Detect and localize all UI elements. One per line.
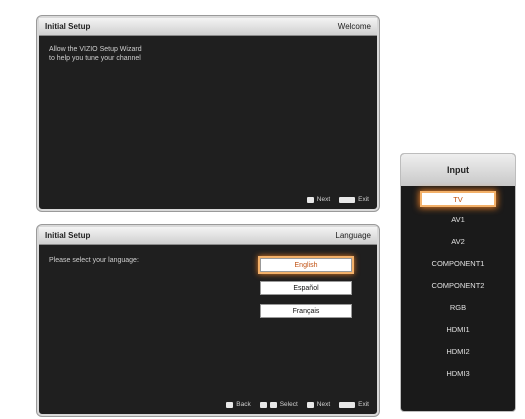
input-item-component2[interactable]: COMPONENT2 — [401, 275, 515, 295]
input-item-av1[interactable]: AV1 — [401, 209, 515, 229]
panel-step: Language — [335, 231, 371, 240]
input-item-av2[interactable]: AV2 — [401, 231, 515, 251]
input-panel: Input TV AV1 AV2 COMPONENT1 COMPONENT2 R… — [400, 153, 516, 412]
welcome-panel: Initial Setup Welcome Allow the VIZIO Se… — [37, 16, 379, 211]
panel-step: Welcome — [337, 22, 371, 31]
back-key-icon — [226, 401, 234, 408]
welcome-footer: Next Exit — [306, 196, 369, 203]
language-option-english[interactable]: English — [260, 258, 352, 272]
input-item-hdmi3[interactable]: HDMI3 — [401, 363, 515, 383]
language-panel: Initial Setup Language Please select you… — [37, 225, 379, 416]
input-item-hdmi1[interactable]: HDMI1 — [401, 319, 515, 339]
input-item-tv[interactable]: TV — [401, 189, 515, 209]
language-panel-header: Initial Setup Language — [39, 227, 377, 245]
next-hint[interactable]: Next — [306, 196, 331, 203]
input-item-label: TV — [422, 193, 494, 205]
language-footer: Back Select Next Exit — [226, 401, 369, 408]
back-label: Back — [236, 401, 251, 408]
select-label: Select — [279, 401, 298, 408]
input-item-component1[interactable]: COMPONENT1 — [401, 253, 515, 273]
input-item-rgb[interactable]: RGB — [401, 297, 515, 317]
exit-hint[interactable]: Exit — [339, 196, 369, 203]
input-panel-title: Input — [401, 154, 515, 186]
next-label: Next — [316, 401, 331, 408]
language-option-espanol[interactable]: Español — [260, 281, 352, 295]
exit-key-icon — [339, 196, 356, 203]
exit-label: Exit — [358, 401, 369, 408]
welcome-message: Allow the VIZIO Setup Wizard to help you… — [49, 45, 239, 63]
welcome-message-line1: Allow the VIZIO Setup Wizard — [49, 46, 142, 53]
ok-key-icon — [306, 196, 314, 203]
back-hint[interactable]: Back — [226, 401, 251, 408]
panel-title: Initial Setup — [45, 22, 91, 31]
exit-label: Exit — [358, 196, 369, 203]
next-hint[interactable]: Next — [306, 401, 331, 408]
panel-title: Initial Setup — [45, 231, 91, 240]
welcome-panel-header: Initial Setup Welcome — [39, 18, 377, 36]
exit-key-icon — [339, 401, 356, 408]
next-label: Next — [316, 196, 331, 203]
language-option-francais[interactable]: Français — [260, 304, 352, 318]
down-key-icon — [269, 401, 277, 408]
welcome-message-line2: to help you tune your channel — [49, 55, 141, 62]
up-key-icon — [259, 401, 267, 408]
ok-key-icon — [306, 401, 314, 408]
language-prompt: Please select your language: — [49, 257, 139, 264]
input-item-hdmi2[interactable]: HDMI2 — [401, 341, 515, 361]
select-hint[interactable]: Select — [259, 401, 298, 408]
exit-hint[interactable]: Exit — [339, 401, 369, 408]
